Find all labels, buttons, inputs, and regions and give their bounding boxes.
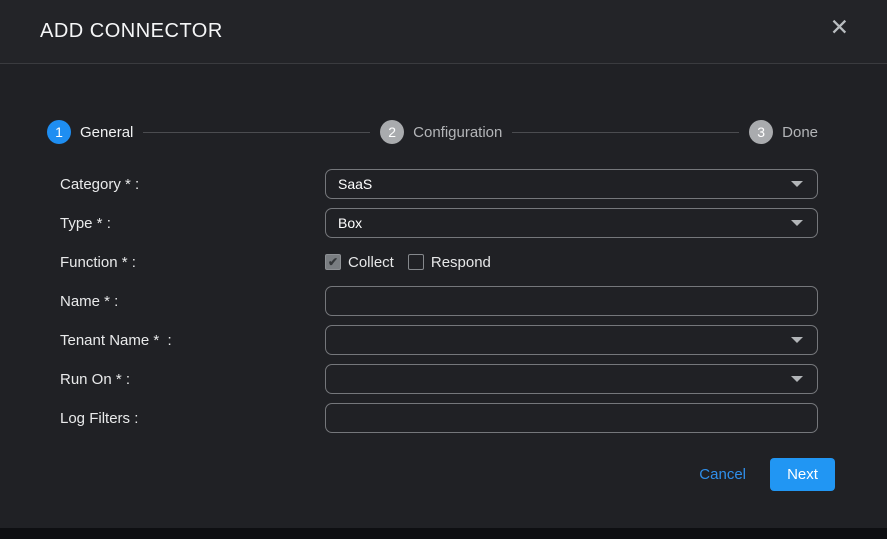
step-number-badge: 2 <box>380 120 404 144</box>
field-value-category: SaaS <box>338 176 791 192</box>
checkbox-label-respond: Respond <box>431 254 491 271</box>
stepper-step-configuration[interactable]: 2 Configuration <box>380 120 502 144</box>
form-row-name: Name * : <box>60 286 818 316</box>
stepper-step-done[interactable]: 3 Done <box>749 120 818 144</box>
step-connector-line <box>512 132 739 133</box>
stepper-step-general[interactable]: 1 General <box>47 120 133 144</box>
checkbox-box-respond[interactable] <box>408 254 424 270</box>
input-log-filters[interactable] <box>325 403 818 433</box>
field-label-type: Type * : <box>60 215 325 232</box>
add-connector-modal: ADD CONNECTOR ✕ 1 General 2 Configuration 3D… <box>0 0 887 528</box>
select-tenant-name[interactable] <box>325 325 818 355</box>
field-control-run-on <box>325 364 818 394</box>
checkbox-box-collect[interactable]: ✔ <box>325 254 341 270</box>
checkbox-collect[interactable]: ✔ Collect <box>325 254 394 271</box>
form-row-category: Category * : SaaS <box>60 169 818 199</box>
chevron-down-icon <box>791 181 803 187</box>
close-icon[interactable]: ✕ <box>830 16 849 39</box>
field-value-type: Box <box>338 215 791 231</box>
stepper: 1 General 2 Configuration 3 Done <box>47 120 818 144</box>
step-number-badge: 3 <box>749 120 773 144</box>
footer-actions: Cancel Next <box>0 458 835 491</box>
select-run-on[interactable] <box>325 364 818 394</box>
connector-form: Category * : SaaS Type * : Box Function * :✔… <box>60 169 818 442</box>
step-label: General <box>80 124 133 141</box>
field-control-name <box>325 286 818 316</box>
modal-title: ADD CONNECTOR <box>40 20 223 43</box>
checkbox-respond[interactable]: Respond <box>408 254 491 271</box>
chevron-down-icon <box>791 220 803 226</box>
chevron-down-icon <box>791 337 803 343</box>
form-row-function: Function * :✔ Collect Respond <box>60 247 818 277</box>
page-background-strip <box>0 528 887 539</box>
field-label-name: Name * : <box>60 293 325 310</box>
field-label-category: Category * : <box>60 176 325 193</box>
select-type[interactable]: Box <box>325 208 818 238</box>
step-number-badge: 1 <box>47 120 71 144</box>
field-label-function: Function * : <box>60 254 325 271</box>
next-button[interactable]: Next <box>770 458 835 491</box>
field-label-log-filters: Log Filters : <box>60 410 325 427</box>
field-control-function: ✔ Collect Respond <box>325 254 818 271</box>
field-control-category: SaaS <box>325 169 818 199</box>
field-control-log-filters <box>325 403 818 433</box>
field-control-type: Box <box>325 208 818 238</box>
field-label-tenant-name: Tenant Name * : <box>60 332 325 349</box>
field-control-tenant-name <box>325 325 818 355</box>
form-row-run-on: Run On * : <box>60 364 818 394</box>
cancel-button[interactable]: Cancel <box>699 466 746 483</box>
checkbox-label-collect: Collect <box>348 254 394 271</box>
form-row-tenant-name: Tenant Name * : <box>60 325 818 355</box>
step-connector-line <box>143 132 370 133</box>
form-row-log-filters: Log Filters : <box>60 403 818 433</box>
chevron-down-icon <box>791 376 803 382</box>
step-label: Configuration <box>413 124 502 141</box>
input-name[interactable] <box>325 286 818 316</box>
step-label: Done <box>782 124 818 141</box>
modal-header: ADD CONNECTOR ✕ <box>0 0 887 64</box>
field-label-run-on: Run On * : <box>60 371 325 388</box>
form-row-type: Type * : Box <box>60 208 818 238</box>
select-category[interactable]: SaaS <box>325 169 818 199</box>
